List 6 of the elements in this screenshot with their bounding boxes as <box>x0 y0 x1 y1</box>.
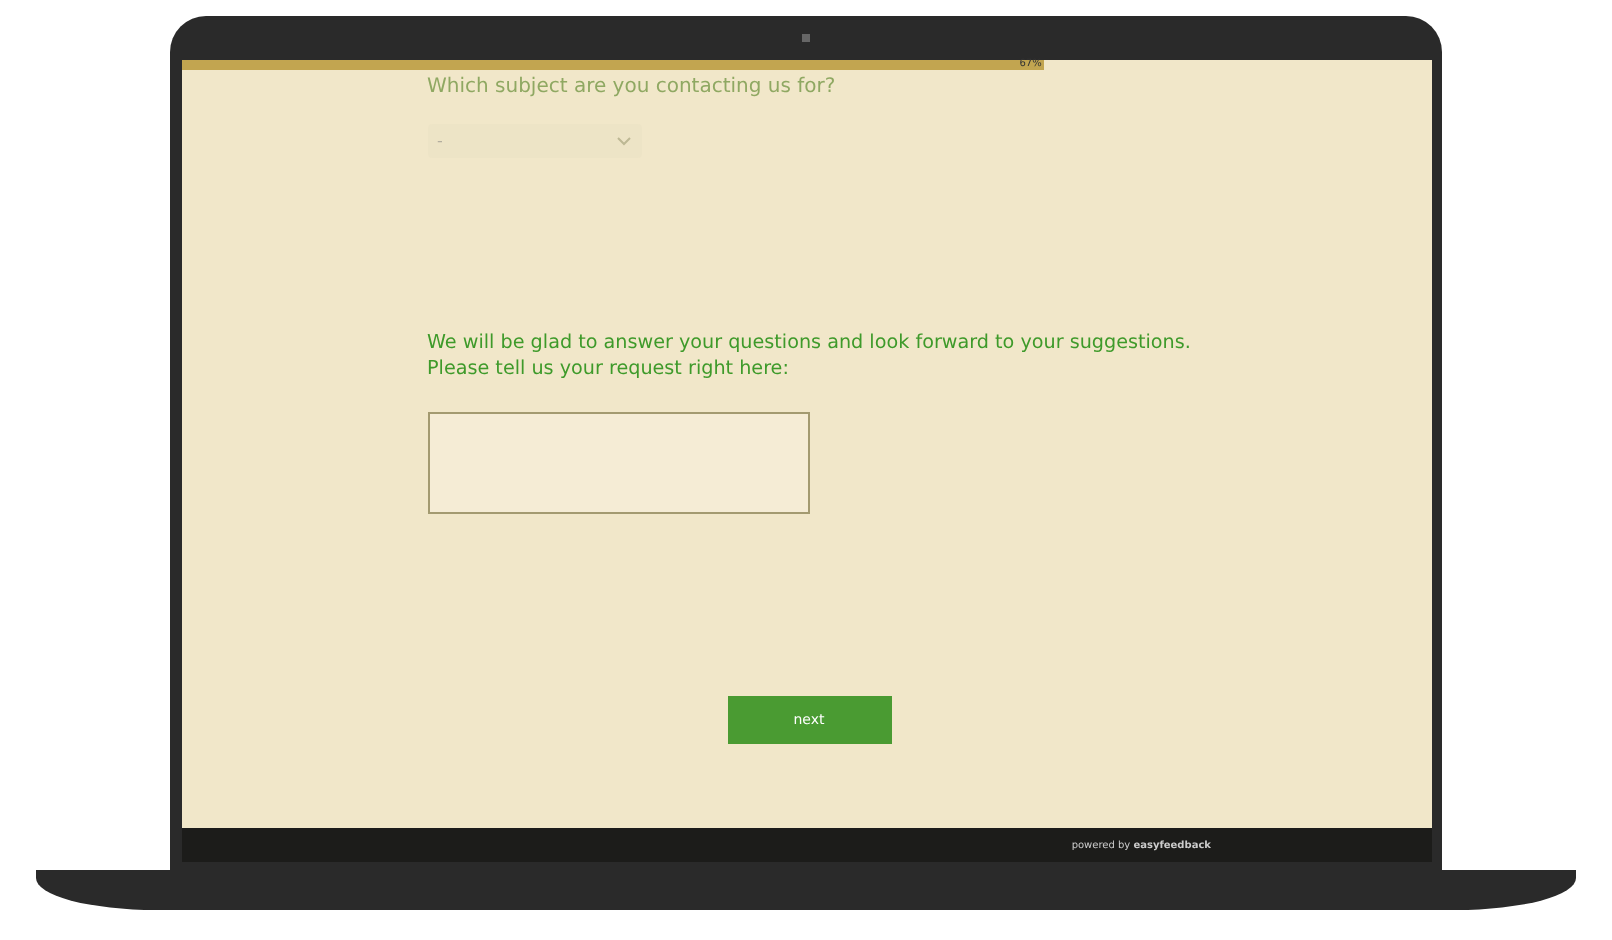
prompt-text: Please tell us your request right here: <box>427 356 791 382</box>
request-field[interactable] <box>427 412 809 514</box>
prompt-text: We will be glad to answer your questions and look forward to your suggestions. <box>427 330 1193 356</box>
camera-icon <box>802 34 810 42</box>
question-text: Which subject are you contacting us for? <box>427 76 836 98</box>
chevron-down-icon <box>615 136 631 146</box>
